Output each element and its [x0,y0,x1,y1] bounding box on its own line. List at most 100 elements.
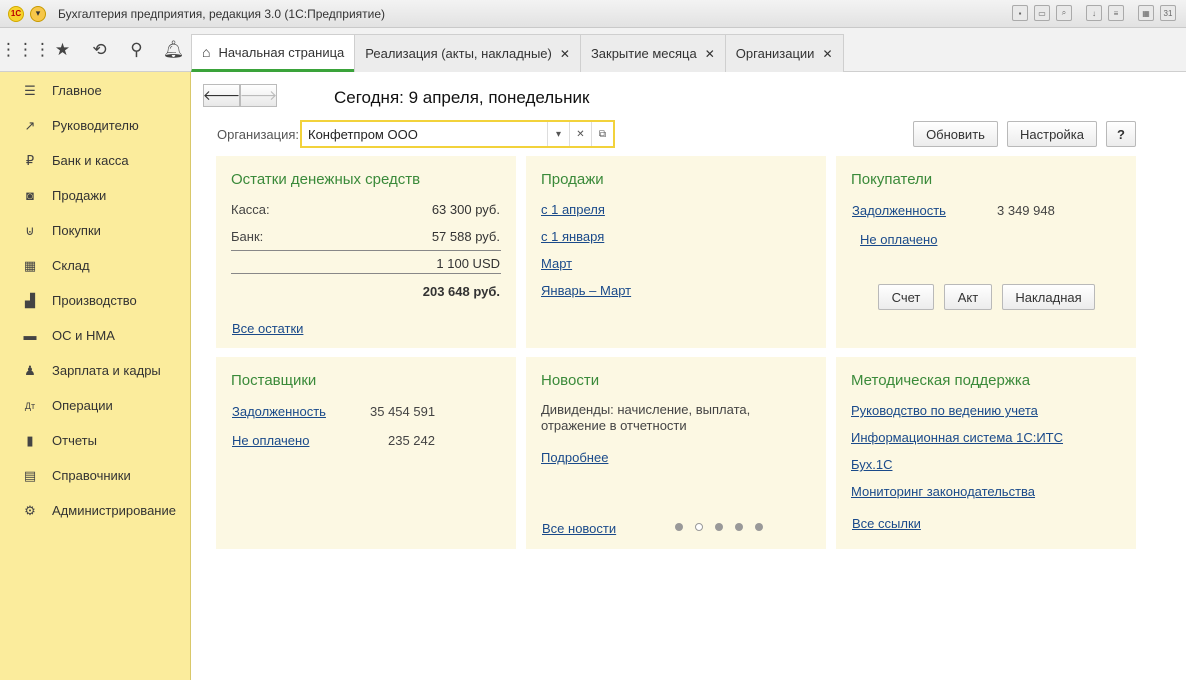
close-icon[interactable]: ✕ [822,47,832,61]
usd-value: 1 100 USD [436,256,500,271]
calendar-icon[interactable]: 31 [1160,5,1176,21]
buyers-unpaid-link[interactable]: Не оплачено [860,232,937,247]
dt-kt-icon: Дт [24,400,36,411]
panel-title: Покупатели [851,171,933,188]
back-button[interactable]: 🡐 [203,84,240,107]
sidebar-item-label: Отчеты [52,433,97,448]
favorites-star-icon[interactable]: ★ [49,37,76,64]
suppliers-unpaid-link[interactable]: Не оплачено [232,433,309,448]
refresh-button[interactable]: Обновить [913,121,998,147]
sidebar-item-warehouse[interactable]: ▦ Склад [0,248,190,283]
close-icon[interactable]: ✕ [705,47,715,61]
support-panel: Методическая поддержка Руководство по ве… [836,357,1136,549]
panel-title: Остатки денежных средств [231,171,421,188]
suppliers-panel: Поставщики Задолженность 35 454 591 Не о… [216,357,516,549]
all-balances-link[interactable]: Все остатки [232,321,303,336]
ruble-icon: ₽ [25,152,35,168]
sidebar-item-label: Продажи [52,188,107,203]
home-icon: ⌂ [202,44,211,60]
close-icon[interactable]: ✕ [560,47,570,61]
organization-field: ▾ ✕ ⧉ [300,120,615,148]
forward-button[interactable]: 🡒 [240,84,277,107]
help-button[interactable]: ? [1106,121,1136,147]
sidebar-item-reports[interactable]: ▮ Отчеты [0,423,190,458]
cart-icon: ⊍ [25,222,35,238]
print-icon[interactable]: ▭ [1034,5,1050,21]
sidebar-item-management[interactable]: ↗ Руководителю [0,108,190,143]
open-icon[interactable]: ⧉ [591,122,613,146]
sales-since-april-link[interactable]: с 1 апреля [541,202,605,217]
attach-icon[interactable]: ↓ [1086,5,1102,21]
pager-dot[interactable] [755,523,763,531]
buyers-debt-link[interactable]: Задолженность [852,203,946,218]
dropdown-arrow-icon[interactable]: ▾ [547,122,569,146]
pager-dot[interactable] [675,523,683,531]
sidebar-item-catalogs[interactable]: ▤ Справочники [0,458,190,493]
tab-sales-documents[interactable]: Реализация (акты, накладные) ✕ [354,34,581,72]
its-system-link[interactable]: Информационная система 1С:ИТС [851,430,1063,445]
sales-march-link[interactable]: Март [541,256,572,271]
sidebar-item-label: ОС и НМА [52,328,115,343]
buh1c-link[interactable]: Бух.1С [851,457,892,472]
news-text-line2: отражение в отчетности [541,418,687,433]
tab-month-closing[interactable]: Закрытие месяца ✕ [579,34,726,72]
cash-value: 63 300 руб. [431,202,500,217]
search-icon[interactable]: ⚲ [123,37,150,64]
sidebar-item-label: Операции [52,398,113,413]
page-title: Сегодня: 9 апреля, понедельник [334,88,590,107]
suppliers-unpaid-value: 235 242 [388,433,435,448]
panel-title: Продажи [541,171,604,188]
sales-since-january-link[interactable]: с 1 января [541,229,604,244]
title-bar: 1С ▾ Бухгалтерия предприятия, редакция 3… [0,0,1186,28]
apps-grid-icon[interactable]: ⋮⋮⋮ [0,37,51,64]
sales-jan-mar-link[interactable]: Январь – Март [541,283,631,298]
invoice-button[interactable]: Счет [878,284,934,310]
main-menu-button[interactable]: ▾ [30,5,46,22]
sidebar-item-main[interactable]: ☰ Главное [0,73,190,108]
sidebar-item-production[interactable]: ▟ Производство [0,283,190,318]
pager-dot-active[interactable] [695,523,703,531]
waybill-button[interactable]: Накладная [1002,284,1095,310]
panel-title: Поставщики [231,372,317,389]
tab-organizations[interactable]: Организации ✕ [724,34,844,72]
act-button[interactable]: Акт [944,284,992,310]
sidebar-item-label: Главное [52,83,102,98]
sidebar-item-bank[interactable]: ₽ Банк и касса [0,143,190,178]
all-links-link[interactable]: Все ссылки [852,516,921,531]
history-icon[interactable]: ⟲ [86,37,113,64]
organization-input[interactable] [302,126,547,142]
news-panel: Новости Дивиденды: начисление, выплата, … [526,357,826,549]
sidebar-item-assets[interactable]: ▬ ОС и НМА [0,318,190,353]
sidebar-item-operations[interactable]: Дт Операции [0,388,190,423]
calculator-icon[interactable]: ▦ [1138,5,1154,21]
pager-dot[interactable] [735,523,743,531]
sidebar-item-sales[interactable]: ◙ Продажи [0,178,190,213]
bell-icon[interactable]: 🔔︎ [160,37,187,64]
total-value: 203 648 руб. [422,284,500,299]
sidebar-item-label: Руководителю [52,118,139,133]
preview-icon[interactable]: ⌕ [1056,5,1072,21]
factory-icon: ▟ [25,292,35,308]
suppliers-debt-link[interactable]: Задолженность [232,404,326,419]
person-icon: ♟ [24,362,36,378]
tab-home[interactable]: ⌂ Начальная страница [191,34,356,72]
cash-label: Касса: [231,202,270,217]
link-icon[interactable]: ≡ [1108,5,1124,21]
accounting-guide-link[interactable]: Руководство по ведению учета [851,403,1038,418]
clear-icon[interactable]: ✕ [569,122,591,146]
organization-label: Организация: [217,127,300,142]
news-more-link[interactable]: Подробнее [541,450,608,465]
panel-title: Методическая поддержка [851,372,1031,389]
menu-icon: ☰ [24,82,36,98]
save-icon[interactable]: ▪ [1012,5,1028,21]
news-text-line1: Дивиденды: начисление, выплата, [541,402,751,417]
pager-dot[interactable] [715,523,723,531]
sidebar-item-label: Банк и касса [52,153,129,168]
law-monitoring-link[interactable]: Мониторинг законодательства [851,484,1035,499]
all-news-link[interactable]: Все новости [542,521,616,536]
sidebar-item-administration[interactable]: ⚙ Администрирование [0,493,190,528]
settings-button[interactable]: Настройка [1007,121,1097,147]
gear-icon: ⚙ [24,502,36,518]
sidebar-item-purchases[interactable]: ⊍ Покупки [0,213,190,248]
sidebar-item-salary[interactable]: ♟ Зарплата и кадры [0,353,190,388]
